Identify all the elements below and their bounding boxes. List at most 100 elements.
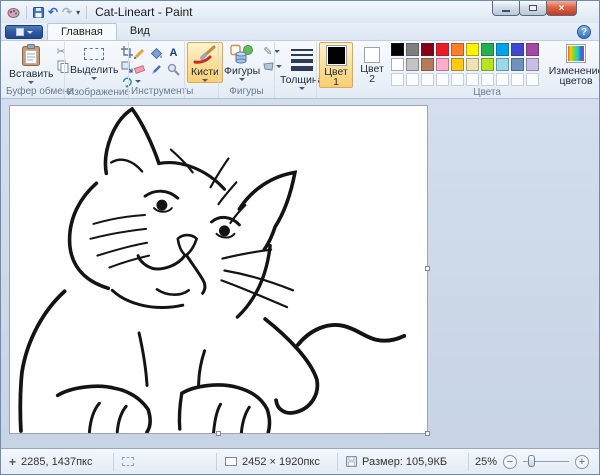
group-label-colors: Цвета	[411, 87, 563, 98]
palette-color[interactable]	[421, 58, 434, 71]
palette-color[interactable]	[511, 43, 524, 56]
palette-empty-slot[interactable]	[481, 73, 494, 86]
paste-button[interactable]: Вставить	[6, 42, 57, 84]
color-picker-tool[interactable]	[148, 61, 165, 77]
divider	[26, 6, 27, 19]
palette-empty-slot[interactable]	[496, 73, 509, 86]
canvas-size-icon	[225, 457, 237, 466]
palette-color[interactable]	[511, 58, 524, 71]
quick-access-toolbar: ↶ ↷ ▾	[7, 6, 89, 19]
thickness-icon	[291, 44, 313, 71]
eraser-tool[interactable]	[131, 61, 148, 77]
ribbon: Вставить ✂ Буфер обмена	[1, 40, 599, 99]
canvas-resize-handle-bottom[interactable]	[216, 431, 221, 436]
close-button[interactable]: ×	[546, 1, 577, 16]
color2-swatch	[364, 47, 380, 63]
dropdown-arrow-icon	[202, 79, 208, 82]
status-file-size: Размер: 105,9КБ	[338, 453, 468, 471]
outline-pencil-icon: ✎	[263, 45, 272, 58]
palette-color[interactable]	[526, 43, 539, 56]
eraser-icon	[133, 63, 146, 76]
rainbow-icon	[566, 44, 586, 63]
palette-color[interactable]	[481, 43, 494, 56]
palette-empty-slot[interactable]	[421, 73, 434, 86]
maximize-button[interactable]	[519, 1, 547, 16]
shapes-icon	[230, 44, 254, 64]
drawing-canvas[interactable]	[9, 105, 428, 434]
color1-button[interactable]: Цвет 1	[319, 42, 353, 88]
color2-button[interactable]: Цвет 2	[356, 42, 388, 84]
chevron-down-icon	[27, 31, 33, 34]
palette-empty-slot[interactable]	[406, 73, 419, 86]
pencil-tool[interactable]	[131, 45, 148, 61]
fill-tool[interactable]	[148, 45, 165, 61]
palette-color[interactable]	[451, 58, 464, 71]
canvas-resize-handle-right[interactable]	[425, 266, 430, 271]
canvas-resize-handle-corner[interactable]	[425, 431, 430, 436]
application-menu-button[interactable]	[5, 25, 43, 39]
paint-logo-icon	[7, 6, 20, 19]
zoom-out-button[interactable]: −	[503, 455, 517, 469]
save-icon[interactable]	[33, 7, 44, 18]
edit-colors-button[interactable]: Изменение цветов	[544, 42, 600, 86]
selection-size-icon	[122, 457, 134, 466]
palette-color[interactable]	[421, 43, 434, 56]
minimize-button[interactable]	[492, 1, 520, 16]
undo-icon[interactable]: ↶	[48, 6, 58, 18]
status-canvas-size: 2452 × 1920пкс	[217, 453, 337, 471]
palette-color[interactable]	[451, 43, 464, 56]
palette-empty-slot[interactable]	[466, 73, 479, 86]
group-label-shapes: Фигуры	[221, 86, 272, 98]
palette-grid	[391, 42, 541, 88]
tab-home[interactable]: Главная	[47, 23, 117, 40]
magnifier-tool[interactable]	[165, 61, 182, 77]
palette-color[interactable]	[391, 43, 404, 56]
palette-color[interactable]	[526, 58, 539, 71]
cat-drawing	[10, 106, 427, 433]
window-title: Cat-Lineart - Paint	[95, 5, 192, 19]
window-controls: ×	[493, 1, 577, 16]
work-area	[1, 99, 599, 448]
zoom-slider-thumb[interactable]	[528, 455, 535, 467]
zoom-percent: 25%	[475, 456, 497, 468]
title-bar: ↶ ↷ ▾ Cat-Lineart - Paint ×	[1, 1, 599, 23]
group-tools: A	[128, 42, 184, 98]
group-image: Выделить	[64, 42, 128, 98]
palette-color[interactable]	[406, 58, 419, 71]
redo-icon[interactable]: ↷	[62, 6, 72, 18]
shapes-button[interactable]: Фигуры	[221, 42, 263, 81]
floppy-icon	[346, 456, 357, 467]
palette-color[interactable]	[436, 58, 449, 71]
qat-dropdown-icon[interactable]: ▾	[76, 8, 80, 17]
palette-color[interactable]	[391, 58, 404, 71]
tab-view[interactable]: Вид	[117, 23, 163, 40]
palette-color[interactable]	[481, 58, 494, 71]
divider	[86, 6, 87, 19]
paint-window: ↶ ↷ ▾ Cat-Lineart - Paint × Главная Вид …	[0, 0, 600, 475]
text-tool-icon: A	[170, 47, 178, 59]
palette-color[interactable]	[406, 43, 419, 56]
ribbon-tab-row: Главная Вид ?	[1, 23, 599, 40]
shape-fill-icon	[263, 62, 274, 71]
palette-color[interactable]	[466, 58, 479, 71]
palette-empty-slot[interactable]	[511, 73, 524, 86]
palette-color[interactable]	[436, 43, 449, 56]
clipboard-icon	[21, 44, 41, 67]
palette-empty-slot[interactable]	[526, 73, 539, 86]
palette-color[interactable]	[496, 58, 509, 71]
palette-empty-slot[interactable]	[436, 73, 449, 86]
select-button[interactable]: Выделить	[67, 42, 121, 80]
palette-empty-slot[interactable]	[391, 73, 404, 86]
palette-empty-slot[interactable]	[451, 73, 464, 86]
zoom-in-button[interactable]: +	[575, 455, 589, 469]
group-brushes: Кисти	[184, 42, 218, 98]
text-tool[interactable]: A	[165, 45, 182, 61]
group-colors: Цвет 1 Цвет 2 Изменение цветов Цвета	[316, 42, 600, 98]
group-clipboard: Вставить ✂ Буфер обмена	[4, 42, 64, 98]
dropdown-arrow-icon	[91, 77, 97, 80]
palette-color[interactable]	[466, 43, 479, 56]
zoom-slider[interactable]	[523, 461, 569, 462]
help-button[interactable]: ?	[577, 25, 591, 39]
group-shapes: Фигуры ✎ Фигуры	[218, 42, 274, 98]
palette-color[interactable]	[496, 43, 509, 56]
